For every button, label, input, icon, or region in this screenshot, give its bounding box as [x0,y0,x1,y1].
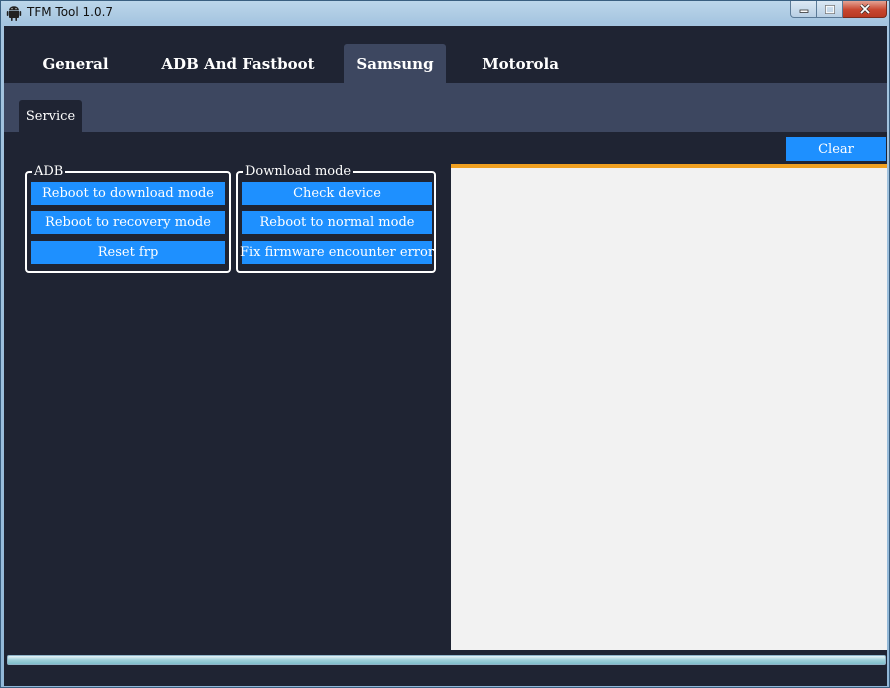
tab-general[interactable]: General [23,44,128,83]
reboot-to-normal-mode-button[interactable]: Reboot to normal mode [242,211,432,234]
tab-service[interactable]: Service [19,100,82,132]
window-controls [790,1,887,18]
main-tab-bar: General ADB And Fastboot Samsung Motorol… [4,26,887,83]
clear-button[interactable]: Clear [786,137,886,161]
android-icon [6,6,22,21]
sub-tab-bar: Service [4,83,887,132]
minimize-icon [799,9,808,13]
adb-group-label: ADB [32,164,66,180]
check-device-button[interactable]: Check device [242,182,432,205]
adb-group: ADB Reboot to download mode Reboot to re… [25,164,231,273]
tab-motorola[interactable]: Motorola [469,44,572,83]
fix-firmware-encounter-error-button[interactable]: Fix firmware encounter error [240,241,434,264]
progress-bar [7,655,886,665]
download-mode-group: Download mode Check device Reboot to nor… [236,164,436,273]
tab-adb-and-fastboot[interactable]: ADB And Fastboot [159,44,317,83]
app-window: TFM Tool 1.0.7 General ADB And Fastboot … [0,0,890,688]
title-bar[interactable]: TFM Tool 1.0.7 [1,1,889,25]
maximize-button[interactable] [817,1,843,18]
close-button[interactable] [843,1,887,18]
tab-samsung[interactable]: Samsung [344,44,446,83]
main-panel: General ADB And Fastboot Samsung Motorol… [4,26,887,686]
download-mode-group-label: Download mode [243,164,354,180]
minimize-button[interactable] [790,1,817,18]
log-output[interactable] [451,164,887,650]
reboot-to-recovery-mode-button[interactable]: Reboot to recovery mode [31,211,225,234]
window-title: TFM Tool 1.0.7 [27,5,114,19]
reboot-to-download-mode-button[interactable]: Reboot to download mode [31,182,225,205]
close-icon [859,4,870,14]
maximize-icon [824,4,835,14]
reset-frp-button[interactable]: Reset frp [31,241,225,264]
